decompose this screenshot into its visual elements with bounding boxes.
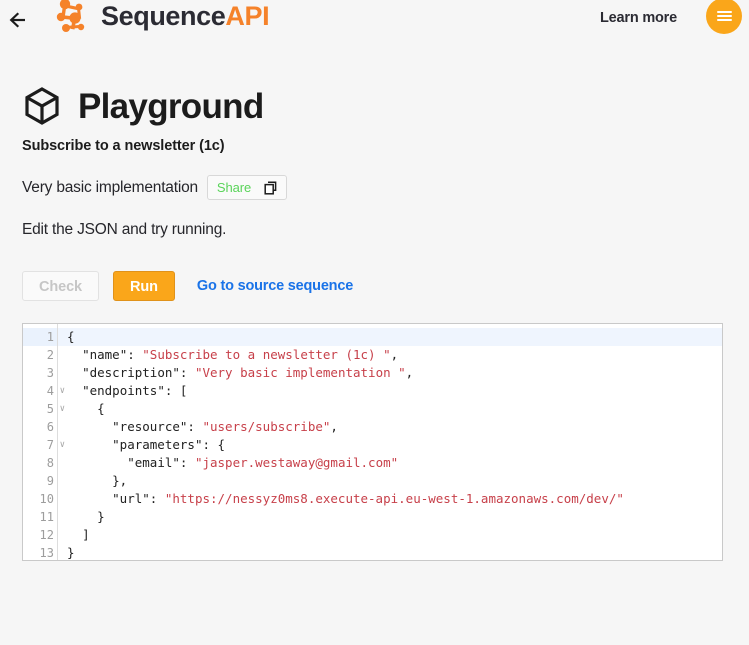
editor-line-number: 6: [46, 420, 54, 434]
sequence-molecule-logo-icon: [52, 0, 92, 36]
share-button-label: Share: [216, 180, 252, 195]
editor-code-line: "name": "Subscribe to a newsletter (1c) …: [67, 346, 722, 364]
editor-code-line: },: [67, 472, 722, 490]
learn-more-link[interactable]: Learn more: [600, 10, 677, 26]
action-buttons: Check Run Go to source sequence: [22, 271, 749, 301]
page-subtitle: Subscribe to a newsletter (1c): [22, 138, 225, 154]
editor-code-line: "resource": "users/subscribe",: [67, 418, 722, 436]
json-token: }: [97, 509, 105, 524]
json-token: ,: [390, 347, 399, 362]
main-content: Playground Subscribe to a newsletter (1c…: [0, 86, 749, 561]
editor-code-line: "email": "jasper.westaway@gmail.com": [67, 454, 722, 472]
editor-line-number: 4 ∨: [46, 384, 65, 398]
json-token: "parameters": {: [112, 437, 226, 452]
json-token: ]: [82, 527, 90, 542]
editor-line-number: 8: [46, 456, 54, 470]
json-token: ,: [405, 365, 414, 380]
json-token: "endpoints": [: [82, 383, 188, 398]
editor-line-number: 1∨: [23, 328, 65, 346]
editor-line-number: 9: [46, 474, 54, 488]
editor-code-line: ]: [67, 526, 722, 544]
json-string-value: "jasper.westaway@gmail.com": [194, 455, 399, 470]
editor-code-line: "parameters": {: [67, 436, 722, 454]
editor-code-area[interactable]: { "name": "Subscribe to a newsletter (1c…: [58, 324, 722, 560]
cube-icon: [22, 86, 62, 126]
json-token: },: [112, 473, 128, 488]
share-button[interactable]: Share: [206, 175, 288, 200]
editor-line-number: 5 ∨: [46, 402, 65, 416]
json-token: ,: [330, 419, 338, 434]
brand-name-accent: API: [225, 0, 270, 31]
editor-line-number: 12: [39, 528, 54, 542]
description-row: Very basic implementation Share: [22, 175, 749, 200]
run-button[interactable]: Run: [113, 271, 175, 301]
editor-line-number-gutter: 1∨ 2 3 4∨ 5∨ 6 7∨ 8 9 10 11 12 13: [23, 324, 65, 560]
page-title: Playground: [78, 86, 264, 126]
editor-line-number: 10: [39, 492, 54, 506]
copy-icon: [264, 180, 277, 195]
editor-line-number: 3: [46, 366, 54, 380]
back-arrow-icon[interactable]: [6, 8, 32, 32]
check-button[interactable]: Check: [22, 271, 100, 301]
page-title-row: Playground: [22, 86, 749, 126]
editor-code-line: }: [67, 544, 722, 560]
app-header: SequenceAPI Learn more: [0, 0, 749, 40]
json-token: "description":: [82, 365, 195, 380]
editor-line-number: 2: [46, 348, 54, 362]
editor-line-number: 11: [39, 510, 54, 524]
sequence-description: Very basic implementation: [22, 178, 198, 196]
editor-hint: Edit the JSON and try running.: [22, 221, 227, 238]
brand-name: SequenceAPI: [101, 0, 270, 31]
hamburger-menu-button[interactable]: [706, 0, 742, 34]
editor-code-line: "description": "Very basic implementatio…: [67, 364, 722, 382]
editor-line-number: 7 ∨: [46, 438, 65, 452]
json-token: "email":: [127, 455, 195, 470]
json-token: "name":: [82, 347, 143, 362]
json-token: "resource":: [112, 419, 203, 434]
editor-code-line: {: [58, 328, 722, 346]
go-to-source-sequence-link[interactable]: Go to source sequence: [197, 278, 353, 294]
brand-name-primary: Sequence: [101, 0, 226, 31]
hamburger-menu-icon: [716, 9, 732, 23]
json-token: }: [67, 545, 75, 560]
json-string-value: "users/subscribe": [202, 419, 331, 434]
brand-logo[interactable]: SequenceAPI: [52, 0, 270, 36]
json-string-value: "Subscribe to a newsletter (1c) ": [142, 347, 391, 362]
json-code-editor[interactable]: 1∨ 2 3 4∨ 5∨ 6 7∨ 8 9 10 11 12 13 { "name": "Subscri…: [22, 323, 723, 561]
editor-code-line: }: [67, 508, 722, 526]
json-token: {: [97, 401, 105, 416]
editor-code-line: "url": "https://nessyz0ms8.execute-api.e…: [67, 490, 722, 508]
json-token: {: [67, 329, 75, 344]
json-string-value: "Very basic implementation ": [194, 365, 406, 380]
editor-code-line: "endpoints": [: [67, 382, 722, 400]
editor-line-number: 13: [39, 546, 54, 560]
editor-code-line: {: [67, 400, 722, 418]
json-token: "url":: [112, 491, 165, 506]
json-string-value: "https://nessyz0ms8.execute-api.eu-west-…: [164, 491, 624, 506]
